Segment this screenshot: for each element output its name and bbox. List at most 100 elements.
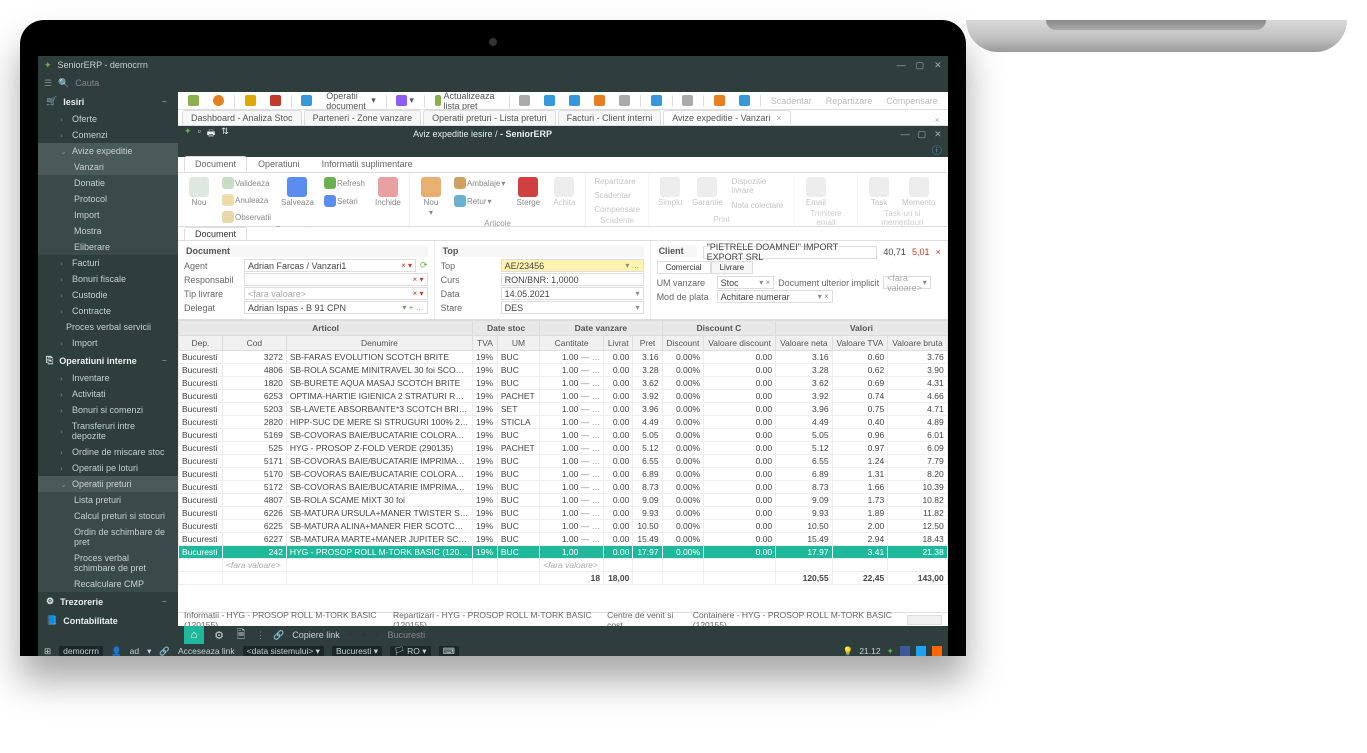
curs-input[interactable]: RON/BNR: 1,0000 [501,273,644,286]
sidebar-item-import1[interactable]: Import [38,207,178,223]
gear-icon[interactable]: ⚙ [212,628,226,642]
sidebar-item-ordinschimb[interactable]: Ordin de schimbare de pret [38,524,178,550]
more-icon[interactable]: ⇅ [221,126,229,142]
status-kb[interactable]: ⌨ [439,646,459,657]
tab-oppreturi[interactable]: Operatii preturi - Lista preturi [423,110,556,125]
tb-i8[interactable] [735,94,754,107]
rb-achita[interactable]: Achita [549,175,579,209]
sidebar-item-recalc[interactable]: Recalculare CMP [38,576,178,592]
docul-input[interactable]: <fara valoare>▾ [883,276,931,289]
close-icon[interactable]: ✕ [934,60,942,71]
sidebar-item-loturi[interactable]: ›Operatii pe loturi [38,460,178,476]
tw-icon[interactable] [916,646,926,656]
inner-min-icon[interactable]: — [901,129,910,140]
subtab-document[interactable]: Document [184,227,247,240]
doc-icon[interactable]: ▫ [198,126,201,142]
hamburger-icon[interactable]: ☰ [44,78,52,89]
rb-valid[interactable]: Valideaza [220,175,273,191]
search-placeholder[interactable]: Cauta [75,78,99,88]
tb-comp[interactable]: Compensare [882,95,942,107]
resp-input[interactable]: × ▾ [244,273,428,286]
status-lang[interactable]: 🏳 RO ▾ [390,646,431,657]
maximize-icon[interactable]: ▢ [916,60,925,71]
ribtab-operatiuni[interactable]: Operatiuni [247,156,311,172]
rb-sterge[interactable]: Sterge [513,175,543,209]
tb-link[interactable] [515,94,534,107]
status-date[interactable]: <data sistemului> ▾ [243,646,324,657]
tb-edit[interactable] [241,94,260,107]
sidebar-item-contracte[interactable]: ›Contracte [38,303,178,319]
doc-icon2[interactable]: 🗎 [234,628,248,642]
grid[interactable]: Articol Date stoc Date vanzare Discount … [178,320,948,612]
tb-new[interactable] [184,94,203,107]
um-input[interactable]: Stoc▾ × [717,276,775,289]
sidebar-item-donatie[interactable]: Donatie [38,175,178,191]
subtab-comercial[interactable]: Comercial [657,261,711,274]
status-bulb-icon[interactable]: 💡 [843,646,854,657]
plus-icon3[interactable]: + [374,630,379,640]
sidebar-item-oppreturi[interactable]: ⌄Operatii preturi [38,476,178,492]
home-icon[interactable]: ⌂ [184,626,204,644]
plus-icon2[interactable]: + [361,630,366,640]
sidebar-item-calcul[interactable]: Calcul preturi si stocuri [38,508,178,524]
tb-star[interactable] [209,94,228,107]
minimize-icon[interactable]: — [897,60,906,71]
sidebar-item-comenzi[interactable]: ›Comenzi [38,127,178,143]
client-input[interactable]: "PIETRELE DOAMNEI" IMPORT EXPORT SRL [703,246,878,259]
tb-i7[interactable] [710,94,729,107]
rb-refresh[interactable]: Refresh [322,175,367,191]
tb-i5[interactable] [615,94,634,107]
rb-anul[interactable]: Anuleaza [220,192,273,208]
sidebar-item-import2[interactable]: ›Import [38,335,178,351]
tb-del[interactable] [266,94,285,107]
rb-salv[interactable]: Salveaza [279,175,316,209]
tb-attach[interactable] [297,94,316,107]
sidebar-item-transfer[interactable]: ›Transferuri intre depozite [38,418,178,444]
rb-ambal[interactable]: Ambalaje▾ [452,175,507,191]
tb-i2[interactable] [540,94,559,107]
tabs-close-all[interactable]: × [930,115,943,125]
tb-actualizeaza[interactable]: Actualizeaza lista pret [431,92,503,112]
status-win-icon[interactable]: ⊞ [44,646,51,657]
tab-facturi[interactable]: Facturi - Client interni [558,110,662,125]
fb-icon[interactable] [900,646,910,656]
agent-input[interactable]: Adrian Farcas / Vanzari1× ▾ [244,259,416,272]
rss-icon[interactable] [932,646,942,656]
sidebar-cat-iesiri[interactable]: 🛒 Iesiri – [38,92,178,111]
inner-close-icon[interactable]: ✕ [934,129,942,140]
sidebar-item-eliberare[interactable]: Eliberare [38,239,178,255]
rb-obs[interactable]: Observatii [220,209,273,225]
inner-max-icon[interactable]: ▢ [918,129,927,140]
tab-close-icon[interactable]: × [776,113,781,123]
sidebar-item-custodie[interactable]: ›Custodie [38,287,178,303]
rb-retur[interactable]: Retur▾ [452,193,507,209]
stare-input[interactable]: DES▾ [501,301,644,314]
sidebar-item-pvschimb[interactable]: Proces verbal schimbare de pret [38,550,178,576]
sidebar-cat-operatiuni[interactable]: ⎘ Operatiuni interne – [38,351,178,370]
help-icon[interactable]: ⓘ [178,142,948,157]
sidebar-item-oferte[interactable]: ›Oferte [38,111,178,127]
status-share-icon[interactable]: ✦ [887,646,894,657]
subtab-livrare[interactable]: Livrare [711,261,753,274]
ribtab-document[interactable]: Document [184,156,247,172]
top-input[interactable]: AE/23456▾ … [501,259,644,272]
sidebar-item-bonuri2[interactable]: ›Bonuri si comenzi [38,402,178,418]
sidebar-item-mostra[interactable]: Mostra [38,223,178,239]
sidebar-item-activitati[interactable]: ›Activitati [38,386,178,402]
sidebar-cat-trez[interactable]: ⚙ Trezorerie– [38,592,178,611]
tab-avize[interactable]: Avize expeditie - Vanzari× [663,110,790,125]
tb-scad[interactable]: Scadentar [767,95,816,107]
sidebar-item-ordine[interactable]: ›Ordine de miscare stoc [38,444,178,460]
sidebar-item-inventare[interactable]: ›Inventare [38,370,178,386]
sidebar-item-pvs[interactable]: Proces verbal servicii [38,319,178,335]
sidebar-item-bonuri[interactable]: ›Bonuri fiscale [38,271,178,287]
print-icon[interactable]: 🖶 [207,126,216,142]
tb-i6[interactable] [647,94,666,107]
mod-input[interactable]: Achitare numerar▾ × [717,290,833,303]
data-input[interactable]: 14.05.2021▾ [501,287,644,300]
client-clear-icon[interactable]: × [935,247,940,257]
tb-magic[interactable]: ▾ [392,94,418,107]
rb-inchide[interactable]: Inchide [373,175,403,209]
tb-i3[interactable] [565,94,584,107]
sidebar-item-listapret[interactable]: Lista preturi [38,492,178,508]
